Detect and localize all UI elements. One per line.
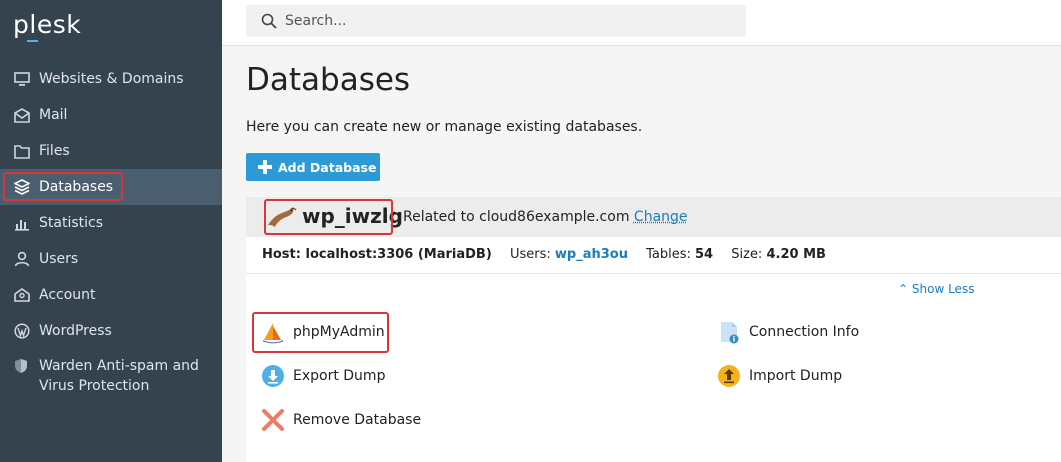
add-database-label: Add Database bbox=[278, 159, 377, 175]
sidebar-item-label: Mail bbox=[39, 107, 68, 123]
plesk-logo[interactable]: plesk bbox=[13, 10, 81, 39]
sidebar-item-wordpress[interactable]: WordPress bbox=[0, 313, 222, 349]
import-dump-icon bbox=[716, 363, 742, 389]
connection-info-icon bbox=[716, 319, 742, 345]
sidebar-item-label: WordPress bbox=[39, 323, 112, 339]
host-info: Host: localhost:3306 (MariaDB) bbox=[262, 247, 492, 262]
show-less-label: Show Less bbox=[911, 282, 975, 296]
page-title: Databases bbox=[246, 62, 411, 98]
monitor-icon bbox=[13, 70, 31, 88]
import-dump-label: Import Dump bbox=[749, 368, 843, 384]
sidebar-item-statistics[interactable]: Statistics bbox=[0, 205, 222, 241]
divider bbox=[246, 273, 1061, 274]
import-dump-action[interactable]: Import Dump bbox=[716, 363, 842, 389]
sidebar-item-warden[interactable]: Warden Anti-spam and Virus Protection bbox=[0, 356, 222, 396]
database-header: wp_iwzlg Related to cloud86example.com C… bbox=[246, 197, 1061, 237]
tables-label: Tables: bbox=[646, 247, 691, 262]
page-description: Here you can create new or manage existi… bbox=[246, 119, 643, 135]
mail-icon bbox=[13, 106, 31, 124]
sidebar-item-label: Virus Protection bbox=[39, 378, 150, 394]
sidebar-item-mail[interactable]: Mail bbox=[0, 97, 222, 133]
user-icon bbox=[13, 250, 31, 268]
export-dump-icon bbox=[260, 363, 286, 389]
users-label: Users: bbox=[509, 247, 551, 262]
plus-icon bbox=[258, 160, 272, 174]
sidebar-item-users[interactable]: Users bbox=[0, 241, 222, 277]
search-box[interactable] bbox=[246, 5, 746, 37]
export-dump-action[interactable]: Export Dump bbox=[260, 363, 385, 389]
connection-info-label: Connection Info bbox=[749, 324, 860, 340]
users-link[interactable]: wp_ah3ou bbox=[555, 247, 628, 262]
highlight-box bbox=[264, 199, 393, 235]
sidebar-item-label: Files bbox=[39, 143, 70, 159]
show-less-link[interactable]: ⌃ Show Less bbox=[898, 282, 974, 296]
size-label: Size: bbox=[731, 247, 763, 262]
highlight-box bbox=[3, 172, 123, 201]
database-card: wp_iwzlg Related to cloud86example.com C… bbox=[246, 197, 1061, 462]
sidebar-item-label: Users bbox=[39, 251, 79, 267]
export-dump-label: Export Dump bbox=[293, 368, 386, 384]
tables-value: 54 bbox=[695, 247, 714, 262]
database-info: Host: localhost:3306 (MariaDB) Users: wp… bbox=[262, 247, 826, 262]
sidebar-item-label: Statistics bbox=[39, 215, 103, 231]
size-value: 4.20 MB bbox=[766, 247, 826, 262]
search-input[interactable] bbox=[285, 13, 685, 29]
sidebar-item-label: Warden Anti-spam and bbox=[39, 358, 199, 374]
chevron-up-icon: ⌃ bbox=[898, 282, 909, 296]
remove-database-label: Remove Database bbox=[293, 412, 422, 428]
wordpress-icon bbox=[13, 322, 31, 340]
search-icon bbox=[261, 13, 277, 29]
sidebar-item-files[interactable]: Files bbox=[0, 133, 222, 169]
sidebar: plesk Websites & Domains Mail Files Data… bbox=[0, 0, 222, 462]
folder-icon bbox=[13, 142, 31, 160]
logo-accent bbox=[27, 40, 38, 42]
sidebar-item-label: Websites & Domains bbox=[39, 71, 184, 87]
highlight-box bbox=[252, 312, 389, 353]
top-bar bbox=[222, 0, 1061, 46]
account-icon bbox=[13, 286, 31, 304]
bar-chart-icon bbox=[13, 214, 31, 232]
remove-database-action[interactable]: Remove Database bbox=[260, 407, 421, 433]
shield-icon bbox=[13, 358, 31, 376]
related-text: Related to cloud86example.com bbox=[403, 209, 630, 225]
related-domain: Related to cloud86example.com Change bbox=[403, 209, 688, 225]
connection-info-action[interactable]: Connection Info bbox=[716, 319, 859, 345]
add-database-button[interactable]: Add Database bbox=[246, 153, 380, 181]
remove-x-icon bbox=[260, 407, 286, 433]
sidebar-item-websites-domains[interactable]: Websites & Domains bbox=[0, 61, 222, 97]
sidebar-item-account[interactable]: Account bbox=[0, 277, 222, 313]
change-link[interactable]: Change bbox=[634, 209, 688, 225]
sidebar-item-label: Account bbox=[39, 287, 96, 303]
